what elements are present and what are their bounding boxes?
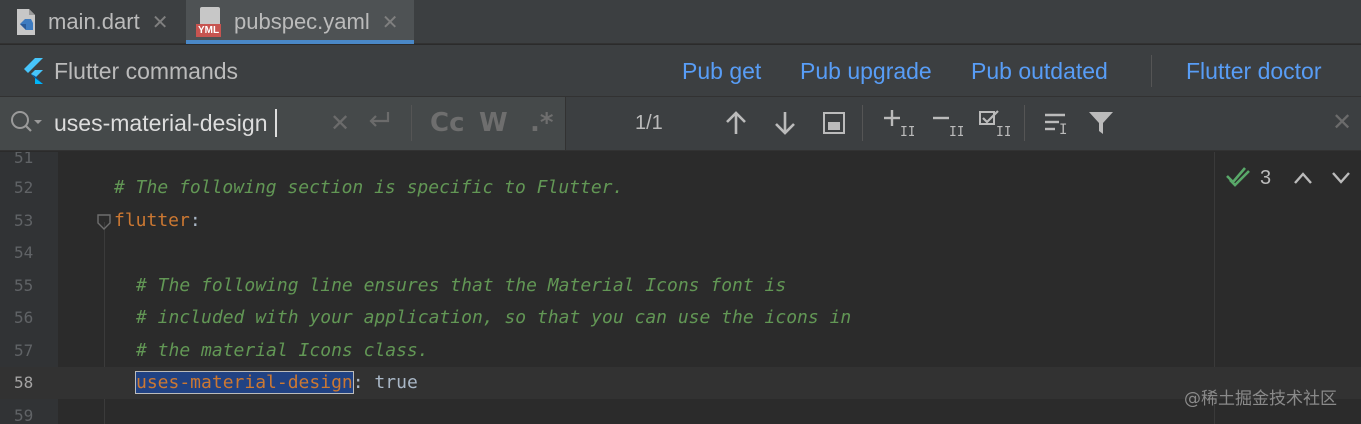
pub-outdated-link[interactable]: Pub outdated [971, 45, 1108, 97]
yaml-colon: : [189, 210, 201, 231]
match-case-toggle[interactable]: Cc [430, 105, 465, 141]
code-line: 52 # The following section is specific t… [0, 172, 1361, 204]
code-comment: # The following line ensures that the Ma… [136, 275, 787, 296]
flutter-commands-bar: Flutter commands Pub get Pub upgrade Pub… [0, 45, 1361, 97]
open-in-window-icon[interactable] [818, 107, 850, 139]
tab-label: pubspec.yaml [234, 9, 370, 34]
close-tab-icon[interactable]: ✕ [382, 10, 399, 34]
line-number: 54 [14, 243, 34, 262]
flutter-commands-label: Flutter commands [54, 57, 239, 84]
inspection-count: 3 [1260, 166, 1272, 189]
search-history-icon[interactable] [10, 110, 44, 136]
chevron-down-icon[interactable] [1331, 171, 1351, 185]
code-line: 57 # the material Icons class. [0, 335, 1361, 367]
select-all-occurrences-icon[interactable]: II [978, 107, 1010, 139]
svg-text:II: II [900, 125, 914, 137]
new-line-icon[interactable] [366, 109, 392, 138]
code-line: 56 # included with your application, so … [0, 302, 1361, 334]
editor-tab-bar: main.dart ✕ YML pubspec.yaml ✕ [0, 0, 1361, 44]
command-separator [1151, 55, 1152, 87]
line-number: 55 [14, 276, 34, 295]
tab-pubspec-yaml[interactable]: YML pubspec.yaml ✕ [186, 0, 414, 44]
toolbar-separator [1024, 105, 1025, 141]
fold-marker-icon[interactable] [97, 214, 111, 235]
line-number: 58 [14, 373, 34, 392]
close-tab-icon[interactable]: ✕ [152, 10, 169, 34]
yaml-file-icon: YML [196, 7, 224, 37]
regex-toggle[interactable]: .* [530, 105, 553, 141]
match-count: 1/1 [635, 112, 663, 134]
pub-get-link[interactable]: Pub get [682, 45, 761, 97]
flutter-logo-icon [22, 58, 44, 84]
line-number: 53 [14, 211, 34, 230]
yaml-badge-label: YML [196, 24, 222, 37]
code-comment: # included with your application, so tha… [136, 307, 852, 328]
inspection-widget: 3 [1226, 162, 1361, 194]
code-line: 55 # The following line ensures that the… [0, 270, 1361, 302]
search-field-container: ✕ Cc W .* [0, 97, 566, 150]
line-number: 51 [14, 152, 34, 167]
code-line: 54 [0, 237, 1361, 269]
line-number: 59 [14, 406, 34, 424]
close-find-bar-icon[interactable]: ✕ [1332, 108, 1352, 136]
chevron-up-icon[interactable] [1293, 171, 1313, 185]
text-caret [275, 109, 277, 137]
add-selection-icon[interactable]: II [882, 107, 914, 139]
double-check-icon[interactable] [1226, 165, 1252, 192]
find-bar: ✕ Cc W .* 1/1 [0, 97, 1361, 151]
next-occurrence-icon[interactable] [769, 107, 801, 139]
svg-text:II: II [996, 125, 1010, 137]
tab-main-dart[interactable]: main.dart ✕ [14, 0, 184, 44]
line-number: 57 [14, 341, 34, 360]
code-line: 53 flutter: [0, 205, 1361, 237]
code-comment: # the material Icons class. [136, 340, 429, 361]
toolbar-separator [862, 105, 863, 141]
code-comment: # The following section is specific to F… [114, 177, 624, 198]
svg-text:I: I [1059, 122, 1067, 135]
flutter-commands-title: Flutter commands [22, 45, 238, 97]
current-code-line: 58 uses-material-design: true [0, 367, 1361, 399]
pub-upgrade-link[interactable]: Pub upgrade [800, 45, 932, 97]
svg-text:II: II [949, 125, 963, 137]
watermark: @稀土掘金技术社区 [1184, 389, 1337, 409]
search-match-highlight: uses-material-design [135, 371, 354, 394]
code-statement: uses-material-design: true [135, 367, 418, 399]
unselect-occurrence-icon[interactable]: II [931, 107, 963, 139]
active-tab-indicator [186, 40, 414, 44]
yaml-value: true [363, 372, 418, 393]
code-editor[interactable]: 51 52 # The following section is specifi… [0, 152, 1361, 424]
code-line: 51 [0, 152, 1361, 174]
flutter-doctor-link[interactable]: Flutter doctor [1186, 45, 1322, 97]
line-number: 52 [14, 178, 34, 197]
code-line: 59 [0, 400, 1361, 424]
tab-label: main.dart [48, 9, 140, 34]
whole-words-toggle[interactable]: W [479, 105, 508, 141]
filter-search-results-icon[interactable]: I [1041, 107, 1073, 139]
yaml-colon: : [352, 372, 364, 393]
line-number: 56 [14, 308, 34, 327]
yaml-key: flutter [114, 210, 190, 231]
code-statement: flutter: [114, 205, 201, 237]
previous-occurrence-icon[interactable] [720, 107, 752, 139]
clear-search-icon[interactable]: ✕ [330, 109, 350, 137]
filter-icon[interactable] [1085, 107, 1117, 139]
search-separator [411, 105, 412, 141]
dart-file-icon [14, 8, 38, 36]
